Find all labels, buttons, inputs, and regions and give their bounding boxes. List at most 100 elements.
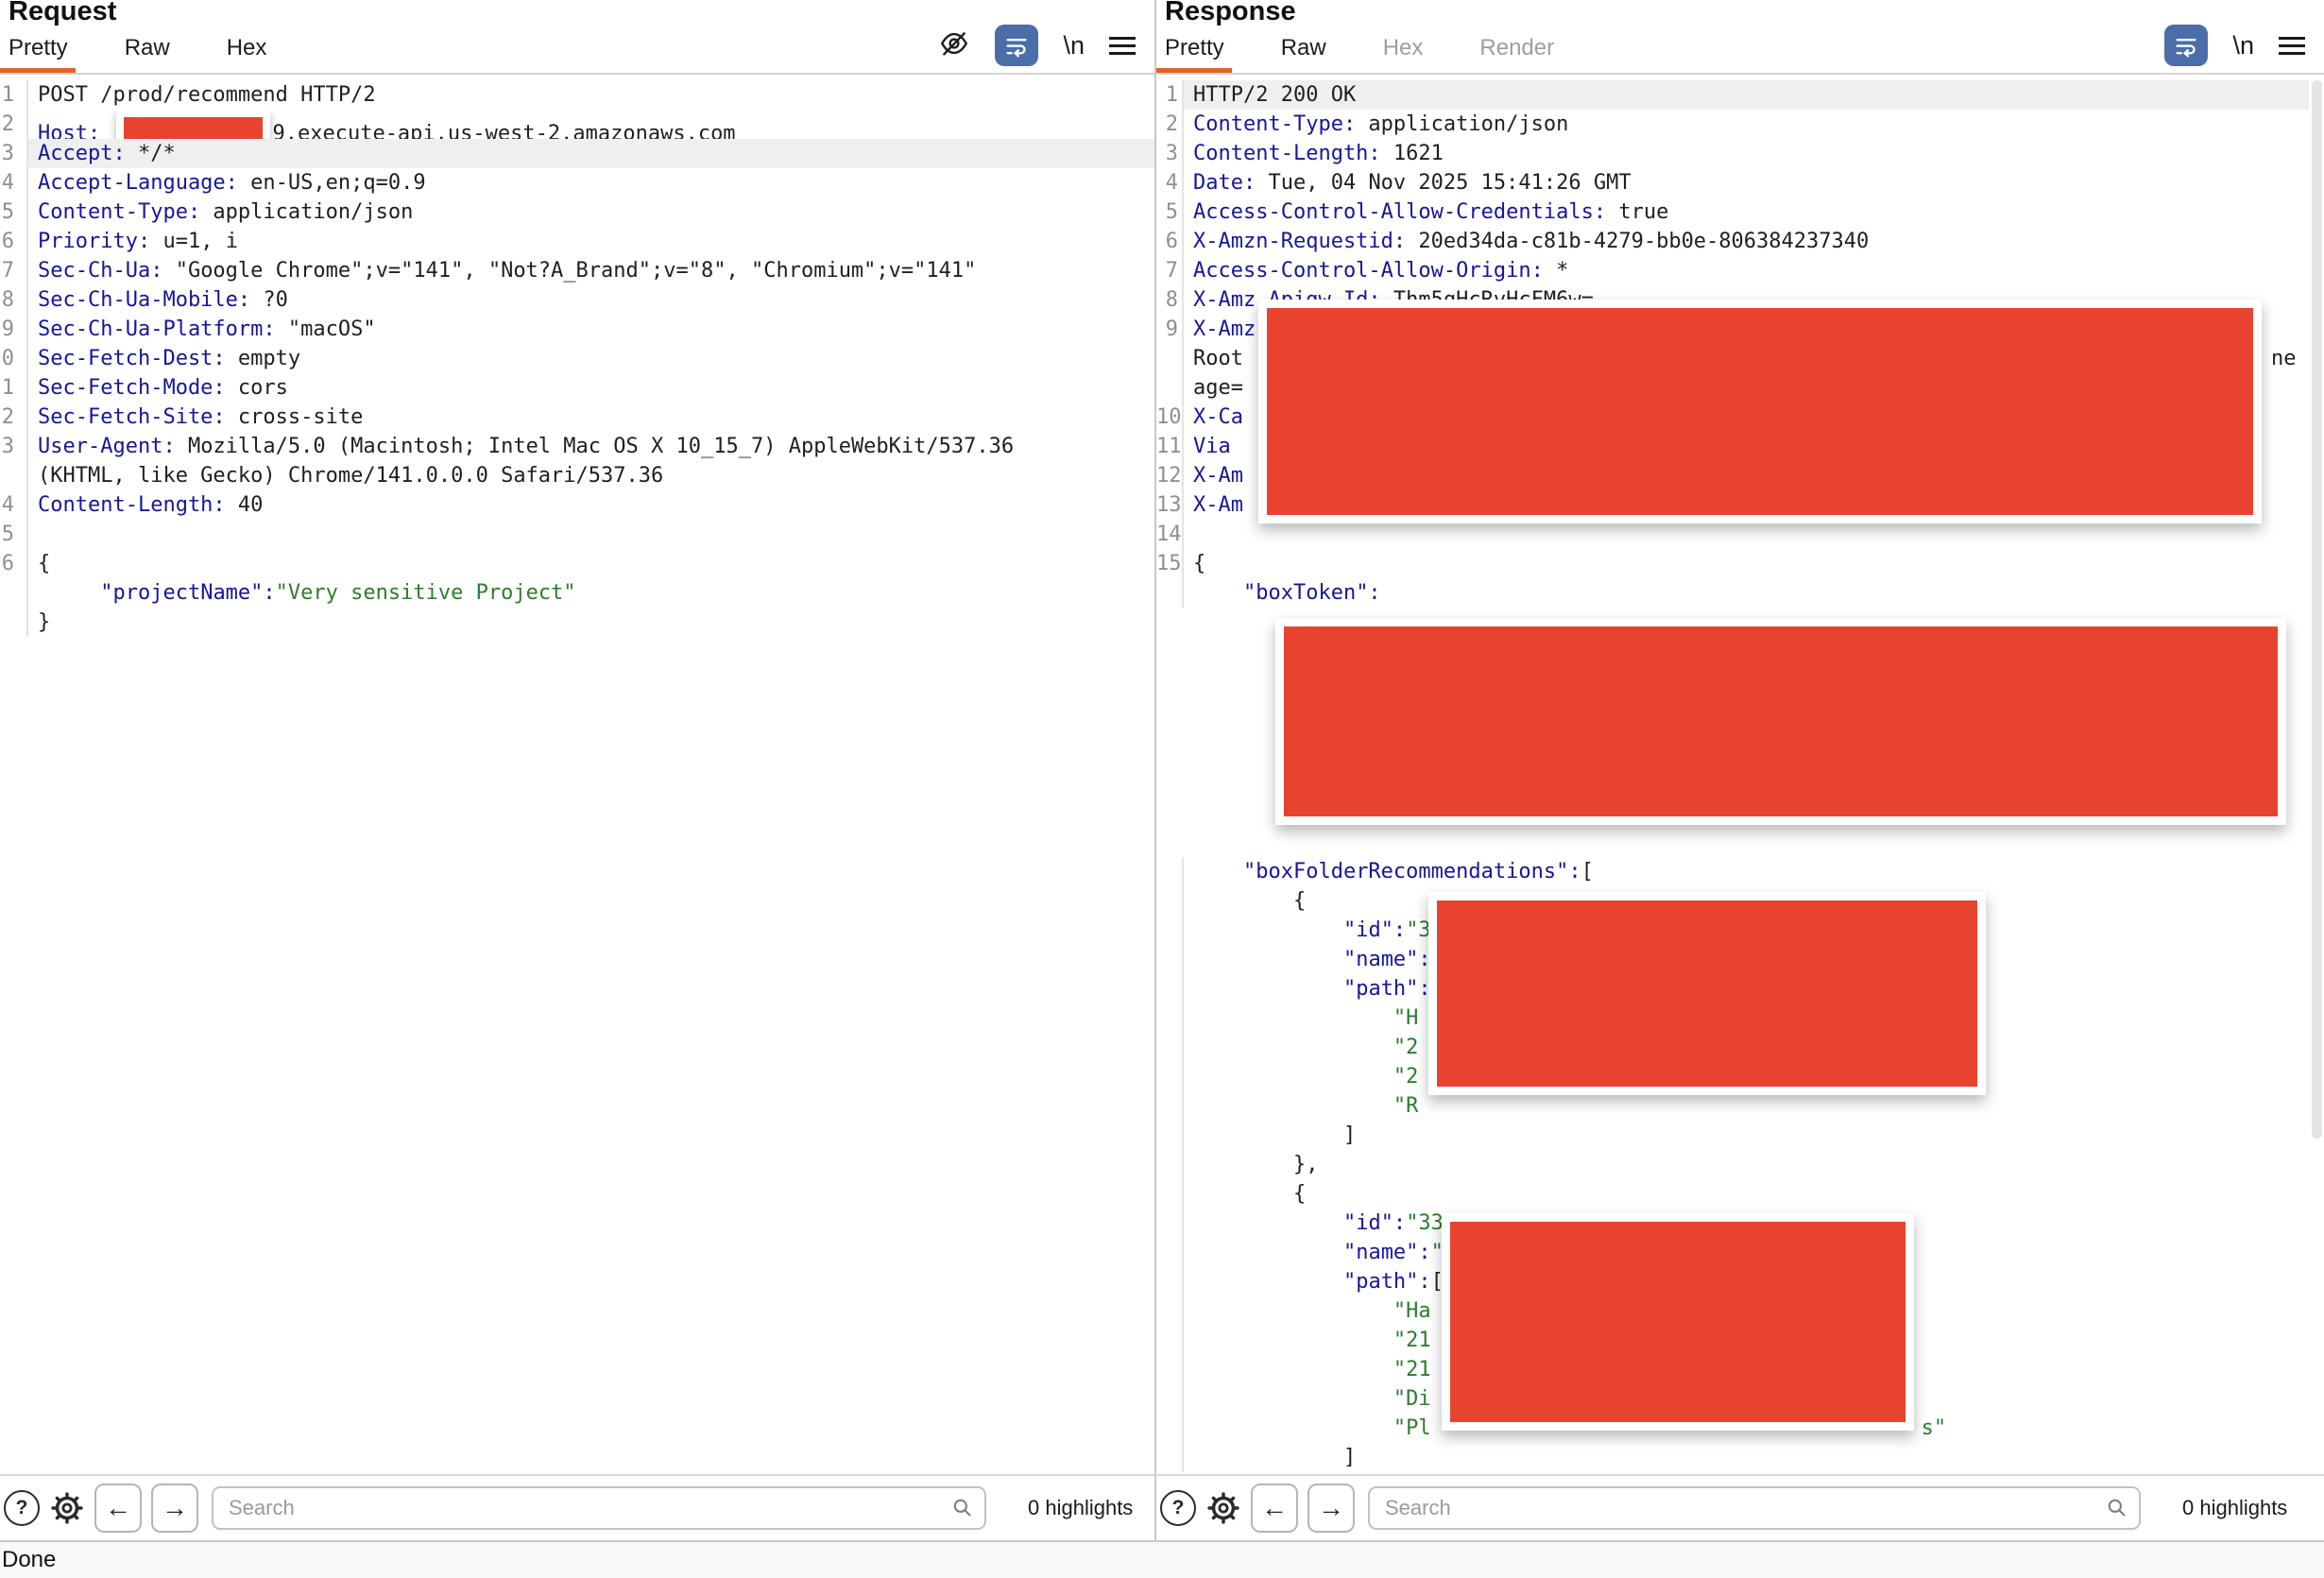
line-content: Sec-Fetch-Dest: empty bbox=[28, 344, 1154, 373]
code-line: 1HTTP/2 200 OK bbox=[1156, 80, 2324, 110]
line-number: 2 bbox=[0, 403, 28, 432]
code-line: 15{ bbox=[1156, 549, 2324, 578]
line-number bbox=[1156, 945, 1184, 974]
code-token: "Google Chrome";v="141", "Not?A_Brand";v… bbox=[162, 259, 976, 283]
code-token: Mozilla/5.0 (Macintosh; Intel Mac OS X 1… bbox=[176, 435, 1014, 458]
wrap-lines-icon[interactable] bbox=[995, 25, 1038, 66]
code-line: 1POST /prod/recommend HTTP/2 bbox=[0, 80, 1154, 110]
code-token: cors bbox=[226, 376, 288, 400]
code-token: "R bbox=[1393, 1094, 1419, 1118]
scrollbar[interactable] bbox=[2309, 75, 2324, 1474]
code-token: Sec-Fetch-Mode: bbox=[38, 376, 226, 400]
search-input[interactable] bbox=[1368, 1486, 2141, 1530]
code-token bbox=[1193, 977, 1343, 1001]
line-content: HTTP/2 200 OK bbox=[1184, 80, 2324, 110]
line-number: 5 bbox=[0, 520, 28, 549]
code-line: ] bbox=[1156, 1121, 2324, 1150]
line-content bbox=[28, 520, 1154, 549]
line-number bbox=[1156, 1062, 1184, 1091]
wrap-lines-icon[interactable] bbox=[2164, 25, 2208, 66]
tab-raw[interactable]: Raw bbox=[125, 35, 170, 73]
code-token: { bbox=[1193, 889, 1306, 913]
code-token: "name": bbox=[1343, 1241, 1431, 1264]
code-token bbox=[1193, 1270, 1343, 1294]
code-token bbox=[1193, 1329, 1393, 1352]
tab-raw[interactable]: Raw bbox=[1281, 35, 1326, 73]
line-content: Access-Control-Allow-Origin: * bbox=[1184, 256, 2324, 285]
request-editor[interactable]: 1POST /prod/recommend HTTP/22Host: 9.exe… bbox=[0, 75, 1154, 1474]
scrollbar-thumb[interactable] bbox=[2312, 80, 2322, 1139]
tab-render: Render bbox=[1479, 35, 1554, 73]
previous-match-button[interactable]: ← bbox=[1251, 1484, 1298, 1533]
gear-icon[interactable] bbox=[1205, 1490, 1241, 1526]
code-line: "boxFolderRecommendations":[ bbox=[1156, 857, 2324, 886]
newline-toggle[interactable]: \n bbox=[1063, 31, 1085, 60]
highlights-count: 0 highlights bbox=[2182, 1496, 2287, 1520]
line-content: "R bbox=[1184, 1091, 2324, 1121]
line-number: 6 bbox=[0, 549, 28, 578]
redaction-box bbox=[1428, 892, 1986, 1095]
code-token: "id": bbox=[1343, 1211, 1406, 1235]
previous-match-button[interactable]: ← bbox=[94, 1484, 142, 1533]
tab-pretty[interactable]: Pretty bbox=[9, 35, 68, 73]
code-line: 4Content-Length: 40 bbox=[0, 490, 1154, 520]
code-token: 9.execute-api.us-west-2.amazonaws.com bbox=[272, 122, 735, 139]
code-token: [ bbox=[1581, 860, 1594, 883]
code-token: * bbox=[1544, 259, 1569, 283]
code-token: Accept-Language: bbox=[38, 171, 238, 195]
line-number bbox=[1156, 1384, 1184, 1414]
code-token bbox=[1193, 860, 1243, 883]
newline-toggle[interactable]: \n bbox=[2232, 31, 2254, 60]
code-token: Host: bbox=[38, 122, 100, 139]
line-content: { bbox=[1184, 1179, 2324, 1209]
code-token: age= bbox=[1193, 376, 1243, 400]
code-token: 1621 bbox=[1381, 142, 1444, 165]
code-token: User-Agent: bbox=[38, 435, 176, 458]
code-token: "projectName": bbox=[100, 581, 275, 605]
response-editor[interactable]: 1HTTP/2 200 OK2Content-Type: application… bbox=[1156, 75, 2324, 1474]
code-token: "3 bbox=[1406, 918, 1431, 942]
code-token: */* bbox=[126, 142, 176, 165]
code-token: X-Am bbox=[1193, 493, 1243, 517]
code-line: 3Accept: */* bbox=[0, 139, 1154, 168]
line-number bbox=[1156, 974, 1184, 1003]
line-content: ] bbox=[1184, 1443, 2324, 1472]
gear-icon[interactable] bbox=[49, 1490, 85, 1526]
response-header-icons: \n bbox=[2164, 23, 2305, 68]
hide-matches-eye-slash-icon[interactable] bbox=[938, 27, 970, 64]
help-icon[interactable]: ? bbox=[4, 1490, 40, 1526]
help-icon[interactable]: ? bbox=[1160, 1490, 1196, 1526]
code-token bbox=[1193, 1358, 1393, 1381]
next-match-button[interactable]: → bbox=[1307, 1484, 1355, 1533]
code-line: 6Priority: u=1, i bbox=[0, 227, 1154, 256]
line-content: Host: 9.execute-api.us-west-2.amazonaws.… bbox=[28, 110, 1154, 139]
request-panel: Request PrettyRawHex \n 1PO bbox=[0, 0, 1154, 1474]
code-token: "Ha bbox=[1393, 1299, 1431, 1323]
line-content: } bbox=[28, 608, 1154, 637]
next-match-button[interactable]: → bbox=[151, 1484, 198, 1533]
menu-icon[interactable] bbox=[1109, 37, 1136, 55]
line-number: 1 bbox=[0, 373, 28, 403]
line-number bbox=[1156, 1179, 1184, 1209]
code-line: 14 bbox=[1156, 520, 2324, 549]
line-number: 0 bbox=[0, 344, 28, 373]
line-number: 9 bbox=[1156, 315, 1184, 344]
tab-hex[interactable]: Hex bbox=[227, 35, 267, 73]
line-content: Sec-Ch-Ua: "Google Chrome";v="141", "Not… bbox=[28, 256, 1154, 285]
line-content: }, bbox=[1184, 1150, 2324, 1179]
line-number bbox=[0, 461, 28, 490]
line-number: 1 bbox=[1156, 80, 1184, 110]
code-line: 2Host: 9.execute-api.us-west-2.amazonaws… bbox=[0, 110, 1154, 139]
code-token bbox=[1193, 581, 1243, 605]
code-token: { bbox=[38, 552, 50, 575]
code-token bbox=[38, 581, 100, 605]
menu-icon[interactable] bbox=[2279, 37, 2305, 55]
line-content bbox=[1184, 520, 2324, 549]
code-line: 6{ bbox=[0, 549, 1154, 578]
search-icon bbox=[2105, 1496, 2129, 1525]
code-token: Sec-Ch-Ua-Mobile: bbox=[38, 288, 250, 312]
line-number bbox=[1156, 373, 1184, 403]
tab-pretty[interactable]: Pretty bbox=[1165, 35, 1224, 73]
search-input[interactable] bbox=[212, 1486, 986, 1530]
code-token: ] bbox=[1193, 1446, 1356, 1469]
